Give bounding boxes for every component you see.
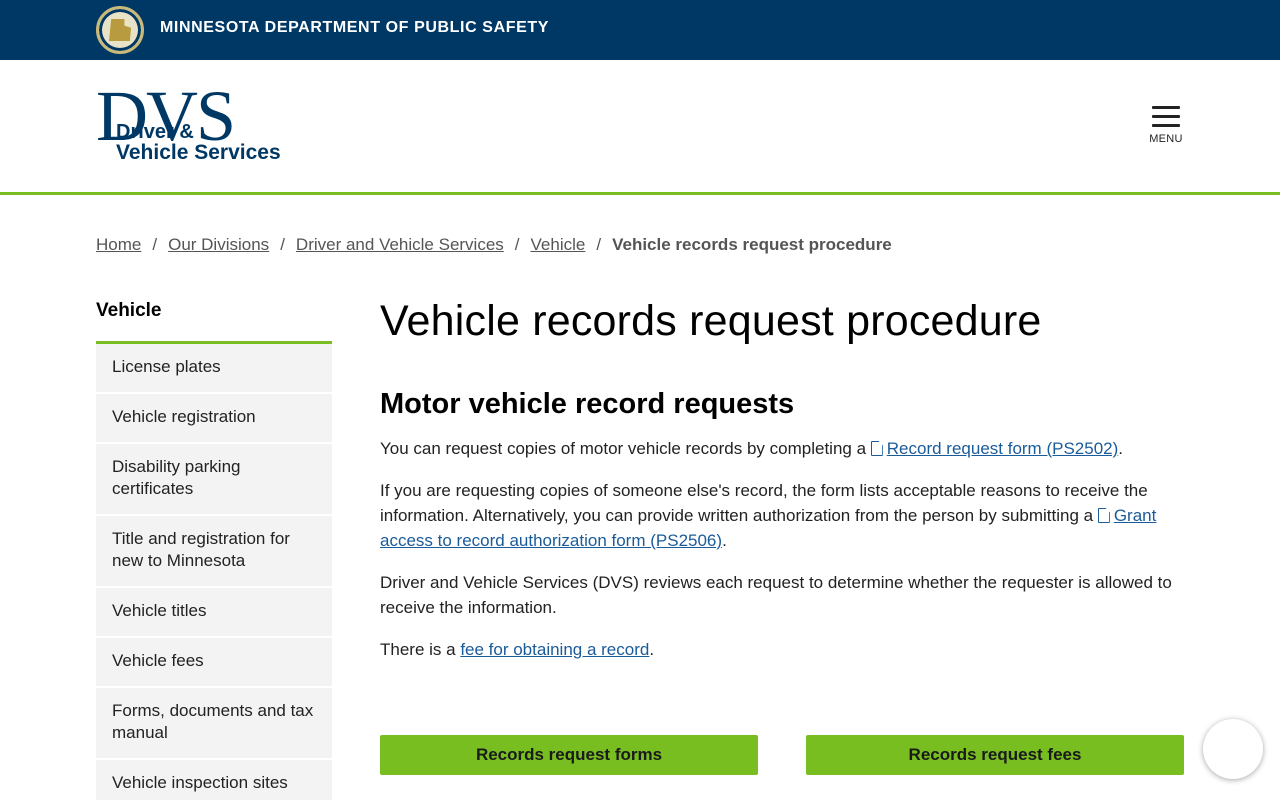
menu-label: MENU bbox=[1149, 133, 1183, 145]
sidebar-item-inspection-sites[interactable]: Vehicle inspection sites bbox=[96, 760, 332, 800]
paragraph-record-request: You can request copies of motor vehicle … bbox=[380, 439, 1123, 458]
menu-button[interactable]: MENU bbox=[1146, 106, 1186, 152]
sidebar-title[interactable]: Vehicle bbox=[96, 296, 332, 344]
top-banner: MINNESOTA DEPARTMENT OF PUBLIC SAFETY bbox=[0, 0, 1280, 60]
sidebar-item-vehicle-titles[interactable]: Vehicle titles bbox=[96, 588, 332, 638]
sidebar-item-vehicle-fees[interactable]: Vehicle fees bbox=[96, 638, 332, 688]
record-request-form-link[interactable]: Record request form (PS2502) bbox=[887, 439, 1119, 458]
fee-link[interactable]: fee for obtaining a record bbox=[460, 640, 649, 659]
breadcrumb-current: Vehicle records request procedure bbox=[612, 235, 892, 254]
breadcrumb-separator: / bbox=[596, 235, 602, 254]
sidebar-item-license-plates[interactable]: License plates bbox=[96, 344, 332, 394]
section-title: Motor vehicle record requests bbox=[380, 388, 795, 420]
paragraph-someone-else: If you are requesting copies of someone … bbox=[380, 481, 1157, 550]
breadcrumb-separator: / bbox=[280, 235, 285, 254]
paragraph-fee: There is a fee for obtaining a record. bbox=[380, 640, 655, 659]
breadcrumb-our-divisions[interactable]: Our Divisions bbox=[168, 235, 269, 254]
action-buttons: Records request forms Records request fe… bbox=[380, 735, 1184, 775]
breadcrumb-vehicle[interactable]: Vehicle bbox=[531, 235, 586, 254]
breadcrumb-home[interactable]: Home bbox=[96, 235, 141, 254]
agency-name[interactable]: MINNESOTA DEPARTMENT OF PUBLIC SAFETY bbox=[160, 19, 549, 37]
breadcrumb: Home / Our Divisions / Driver and Vehicle Se… bbox=[96, 235, 892, 255]
page-title: Vehicle records request procedure bbox=[380, 297, 1042, 345]
chat-widget-button[interactable] bbox=[1203, 719, 1263, 779]
records-request-forms-button[interactable]: Records request forms bbox=[380, 735, 758, 775]
document-icon bbox=[870, 441, 883, 456]
state-seal-icon[interactable] bbox=[96, 6, 144, 54]
logo-line-2: Vehicle Services bbox=[116, 141, 281, 164]
breadcrumb-dvs[interactable]: Driver and Vehicle Services bbox=[296, 235, 504, 254]
sidebar-item-disability-parking[interactable]: Disability parking certificates bbox=[96, 444, 332, 516]
dvs-logo[interactable]: DVS Driver & Vehicle Services bbox=[96, 80, 346, 168]
records-request-fees-button[interactable]: Records request fees bbox=[806, 735, 1184, 775]
sidebar-item-forms-documents[interactable]: Forms, documents and tax manual bbox=[96, 688, 332, 760]
document-icon bbox=[1097, 508, 1110, 523]
hamburger-icon bbox=[1152, 106, 1180, 109]
main-content: Vehicle records request procedure Motor … bbox=[380, 294, 1184, 662]
sidebar-item-title-registration-new[interactable]: Title and registration for new to Minnes… bbox=[96, 516, 332, 588]
sidebar-nav: Vehicle License plates Vehicle registrat… bbox=[96, 296, 332, 800]
breadcrumb-separator: / bbox=[152, 235, 158, 254]
breadcrumb-separator: / bbox=[514, 235, 520, 254]
sidebar-item-vehicle-registration[interactable]: Vehicle registration bbox=[96, 394, 332, 444]
site-header: DVS Driver & Vehicle Services MENU bbox=[0, 60, 1280, 195]
logo-line-1: Driver & bbox=[116, 121, 194, 143]
paragraph-dvs-reviews: Driver and Vehicle Services (DVS) review… bbox=[380, 573, 1172, 617]
